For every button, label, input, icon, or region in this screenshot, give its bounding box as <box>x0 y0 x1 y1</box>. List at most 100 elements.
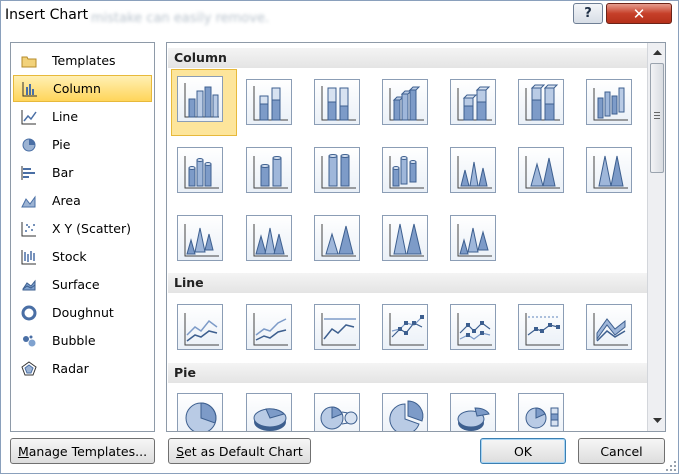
set-as-default-chart-button[interactable]: Set as Default Chart <box>168 438 311 464</box>
subtype-3d-column[interactable] <box>586 79 632 125</box>
clustered-cylinder-thumbnail <box>184 156 219 189</box>
subtype-100-stacked-pyramid[interactable] <box>382 215 428 261</box>
resize-grip-icon[interactable] <box>665 460 677 472</box>
section-header-column: Column <box>168 48 648 68</box>
subtype-100-stacked-line[interactable] <box>314 304 360 350</box>
3d-line-thumbnail <box>593 313 628 346</box>
scroll-up-arrow-icon[interactable] <box>651 46 663 58</box>
subtype-3d-pie[interactable] <box>246 393 292 431</box>
subtype-clustered-cylinder[interactable] <box>177 147 223 193</box>
subtype-3d-stacked-column[interactable] <box>450 79 496 125</box>
clustered-column-thumbnail <box>184 83 219 118</box>
nav-item-doughnut[interactable]: Doughnut <box>13 299 152 326</box>
radar-chart-icon <box>20 360 38 378</box>
nav-item-surface[interactable]: Surface <box>13 271 152 298</box>
help-button[interactable]: ? <box>573 3 603 24</box>
bar-chart-icon <box>20 164 38 182</box>
nav-item-column[interactable]: Column <box>13 75 152 102</box>
nav-label: Surface <box>52 277 100 292</box>
help-icon: ? <box>584 6 592 21</box>
nav-item-pie[interactable]: Pie <box>13 131 152 158</box>
gallery-scrollbar[interactable] <box>647 43 665 431</box>
subtype-exploded-3d-pie[interactable] <box>450 393 496 431</box>
manage-templates-button[interactable]: Manage Templates... <box>10 438 155 464</box>
nav-label: Column <box>53 81 101 96</box>
nav-label: Templates <box>52 53 116 68</box>
nav-item-radar[interactable]: Radar <box>13 355 152 382</box>
subtype-line[interactable] <box>177 304 223 350</box>
subtype-3d-cylinder[interactable] <box>382 147 428 193</box>
stacked-cylinder-thumbnail <box>253 156 288 189</box>
subtype-stacked-cone[interactable] <box>518 147 564 193</box>
subtype-line-with-markers[interactable] <box>382 304 428 350</box>
subtype-stacked-line[interactable] <box>246 304 292 350</box>
subtype-pie-of-pie[interactable] <box>314 393 360 431</box>
column-chart-icon <box>21 80 39 98</box>
subtype-3d-clustered-column[interactable] <box>382 79 428 125</box>
subtype-stacked-pyramid[interactable] <box>314 215 360 261</box>
nav-label: Doughnut <box>52 305 114 320</box>
nav-item-bubble[interactable]: Bubble <box>13 327 152 354</box>
3d-cylinder-thumbnail <box>389 156 424 189</box>
subtype-clustered-pyramid[interactable] <box>246 215 292 261</box>
subtype-3d-line[interactable] <box>586 304 632 350</box>
scrollbar-thumb[interactable] <box>650 63 664 173</box>
stock-chart-icon <box>20 248 38 266</box>
nav-label: X Y (Scatter) <box>52 221 131 236</box>
scatter-chart-icon <box>20 220 38 238</box>
nav-item-bar[interactable]: Bar <box>13 159 152 186</box>
nav-label: Bar <box>52 165 74 180</box>
surface-chart-icon <box>20 276 38 294</box>
subtype-100-stacked-line-markers[interactable] <box>518 304 564 350</box>
subtype-stacked-column[interactable] <box>246 79 292 125</box>
nav-label: Bubble <box>52 333 96 348</box>
pie-chart-icon <box>20 136 38 154</box>
3d-stacked-column-thumbnail <box>457 86 492 121</box>
chart-type-list: Templates Column Line Pie Bar Area X Y (… <box>10 42 155 432</box>
templates-folder-icon <box>20 52 38 70</box>
nav-item-line[interactable]: Line <box>13 103 152 130</box>
subtype-stacked-cylinder[interactable] <box>246 147 292 193</box>
subtype-stacked-line-markers[interactable] <box>450 304 496 350</box>
subtype-exploded-pie[interactable] <box>382 393 428 431</box>
subtype-3d-100-stacked-column[interactable] <box>518 79 564 125</box>
3d-percent-stacked-column-thumbnail <box>525 84 560 121</box>
subtype-3d-cone[interactable] <box>177 215 223 261</box>
stacked-column-thumbnail <box>253 86 288 121</box>
nav-label: Pie <box>52 137 71 152</box>
percent-stacked-cone-thumbnail <box>593 155 628 189</box>
subtype-clustered-column[interactable] <box>177 76 223 122</box>
clustered-cone-thumbnail <box>457 156 492 189</box>
nav-item-scatter[interactable]: X Y (Scatter) <box>13 215 152 242</box>
subtype-100-stacked-cone[interactable] <box>586 147 632 193</box>
bubble-chart-icon <box>20 332 38 350</box>
nav-label: Radar <box>52 361 89 376</box>
pie-of-pie-thumbnail <box>320 406 358 430</box>
subtype-100-stacked-column[interactable] <box>314 79 360 125</box>
scroll-down-arrow-icon[interactable] <box>651 415 663 427</box>
exploded-3d-pie-thumbnail <box>457 407 490 431</box>
stacked-line-thumbnail <box>253 313 288 346</box>
line-with-markers-thumbnail <box>389 313 424 346</box>
ok-button[interactable]: OK <box>480 438 566 464</box>
3d-pyramid-thumbnail <box>457 224 492 257</box>
nav-item-templates[interactable]: Templates <box>13 47 152 74</box>
exploded-pie-thumbnail <box>389 400 424 431</box>
subtype-3d-pyramid[interactable] <box>450 215 496 261</box>
3d-cone-thumbnail <box>184 224 219 257</box>
nav-item-area[interactable]: Area <box>13 187 152 214</box>
close-button[interactable]: ✕ <box>606 3 672 24</box>
subtype-clustered-cone[interactable] <box>450 147 496 193</box>
subtype-pie[interactable] <box>177 393 223 431</box>
line-thumbnail <box>184 313 219 346</box>
nav-item-stock[interactable]: Stock <box>13 243 152 270</box>
background-blurred-text: mistake can easily remove. <box>91 11 270 26</box>
subtype-100-stacked-cylinder[interactable] <box>314 147 360 193</box>
chart-subtype-gallery: Column Line Pie <box>166 42 666 432</box>
subtype-bar-of-pie[interactable] <box>518 393 564 431</box>
3d-column-thumbnail <box>593 87 628 121</box>
cancel-button[interactable]: Cancel <box>578 438 665 464</box>
3d-pie-thumbnail <box>253 408 287 431</box>
stacked-pyramid-thumbnail <box>321 224 356 257</box>
dialog-title: Insert Chart <box>5 7 89 23</box>
